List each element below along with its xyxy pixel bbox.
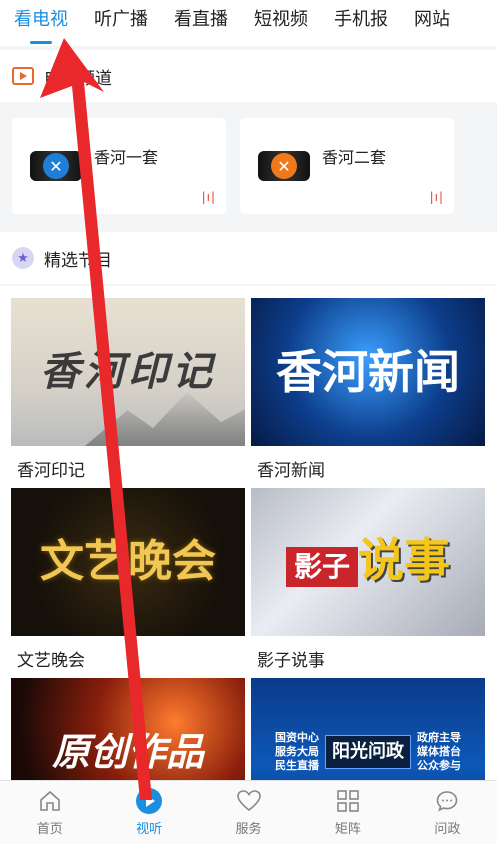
home-icon	[37, 788, 63, 814]
thumbnail-title-text: 国资中心 服务大局 民生直播 阳光问政 政府主导 媒体搭台 公众参与	[275, 731, 461, 774]
program-title: 影子说事	[257, 651, 325, 671]
program-thumbnail: 影子 说事	[251, 488, 485, 636]
nav-label: 问政	[434, 822, 461, 837]
nav-label: 矩阵	[334, 822, 361, 837]
channel-card-1[interactable]: ✕ 香河一套 |ı|	[12, 118, 226, 214]
thumbnail-title-text: 原创作品	[51, 729, 204, 774]
nav-audio-video[interactable]: 视听	[99, 781, 198, 844]
channel-logo-icon: ✕	[43, 153, 69, 179]
nav-label: 视听	[136, 822, 163, 837]
tab-watch-tv[interactable]: 看电视	[14, 0, 68, 46]
program-card-4[interactable]: 影子 说事 影子说事	[251, 488, 485, 671]
nav-service[interactable]: 服务	[199, 781, 298, 844]
channel-name: 香河二套	[322, 148, 387, 167]
channel-logo: ✕	[30, 151, 82, 181]
channel-logo-icon: ✕	[271, 153, 297, 179]
thumbnail-title-part-a: 影子	[285, 547, 358, 587]
program-thumbnail: 香河新闻	[251, 298, 485, 446]
thumbnail-right-lines: 政府主导 媒体搭台 公众参与	[417, 731, 461, 774]
channels-section-header: 电视频道	[0, 50, 497, 102]
tv-play-icon	[12, 67, 34, 85]
program-card-6[interactable]: 国资中心 服务大局 民生直播 阳光问政 政府主导 媒体搭台 公众参与	[251, 678, 485, 780]
mountain-decoration	[85, 392, 245, 446]
thumbnail-left-lines: 国资中心 服务大局 民生直播	[275, 731, 319, 774]
program-card-3[interactable]: 文艺晚会 文艺晚会	[11, 488, 245, 671]
nav-label: 服务	[235, 822, 262, 837]
channels-section-title: 电视频道	[44, 68, 112, 89]
program-thumbnail: 国资中心 服务大局 民生直播 阳光问政 政府主导 媒体搭台 公众参与	[251, 678, 485, 780]
thumbnail-title-text: 香河印记	[40, 348, 216, 395]
tab-mobile-paper[interactable]: 手机报	[334, 0, 388, 46]
thumbnail-title-text: 影子 说事	[285, 537, 450, 587]
programs-section-header: ★ 精选节目	[0, 232, 497, 284]
thumbnail-line: 媒体搭台	[417, 744, 461, 758]
tab-website[interactable]: 网站	[414, 0, 450, 46]
thumbnail-line: 服务大局	[275, 744, 319, 758]
channel-list: ✕ 香河一套 |ı| ✕ 香河二套 |ı|	[0, 104, 497, 228]
thumbnail-line: 政府主导	[417, 730, 461, 744]
thumbnail-line: 民生直播	[275, 759, 319, 773]
grid-icon	[335, 788, 361, 814]
program-thumbnail: 香河印记	[11, 298, 245, 446]
thumbnail-title-text: 香河新闻	[276, 345, 460, 399]
program-grid: 香河印记 香河印记 香河新闻 香河新闻 文艺晚会 文艺晚会 影子 说事 影子说事 …	[0, 286, 497, 780]
thumbnail-title-part-b: 说事	[358, 533, 450, 587]
nav-matrix[interactable]: 矩阵	[298, 781, 397, 844]
tab-radio[interactable]: 听广播	[94, 0, 148, 46]
thumbnail-line: 国资中心	[275, 730, 319, 744]
program-title: 香河印记	[17, 461, 85, 481]
thumbnail-title-text: 文艺晚会	[40, 536, 216, 587]
nav-inquiry[interactable]: 问政	[398, 781, 497, 844]
program-card-2[interactable]: 香河新闻 香河新闻	[251, 298, 485, 481]
chat-icon	[434, 788, 460, 814]
play-icon	[136, 788, 163, 814]
program-thumbnail: 文艺晚会	[11, 488, 245, 636]
nav-home[interactable]: 首页	[0, 781, 99, 844]
heart-icon	[236, 788, 262, 814]
channel-name: 香河一套	[94, 148, 159, 167]
channel-card-2[interactable]: ✕ 香河二套 |ı|	[240, 118, 454, 214]
channel-logo: ✕	[258, 151, 310, 181]
tab-live[interactable]: 看直播	[174, 0, 228, 46]
program-card-5[interactable]: 原创作品	[11, 678, 245, 780]
live-indicator-icon: |ı|	[429, 190, 444, 204]
thumbnail-center-title: 阳光问政	[325, 735, 411, 769]
program-card-1[interactable]: 香河印记 香河印记	[11, 298, 245, 481]
bottom-navigation: 首页 视听 服务 矩阵 问政	[0, 780, 497, 844]
star-icon: ★	[12, 247, 34, 269]
program-title: 香河新闻	[257, 461, 325, 481]
programs-section-title: 精选节目	[44, 250, 112, 271]
thumbnail-line: 公众参与	[417, 759, 461, 773]
nav-label: 首页	[36, 822, 63, 837]
top-tab-bar: 看电视 听广播 看直播 短视频 手机报 网站	[0, 0, 497, 46]
tab-short-video[interactable]: 短视频	[254, 0, 308, 46]
program-thumbnail: 原创作品	[11, 678, 245, 780]
live-indicator-icon: |ı|	[201, 190, 216, 204]
program-title: 文艺晚会	[17, 651, 85, 671]
